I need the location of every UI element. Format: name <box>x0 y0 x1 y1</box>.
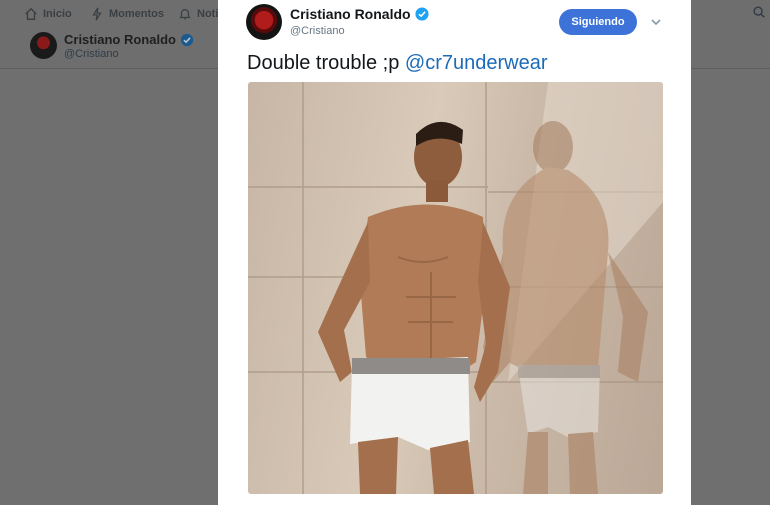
verified-badge-icon <box>180 33 194 46</box>
bell-icon <box>179 9 191 20</box>
avatar[interactable] <box>30 32 57 59</box>
tweet-author-avatar[interactable] <box>246 4 282 40</box>
tweet-modal: Cristiano Ronaldo @Cristiano Siguiendo D… <box>218 0 691 505</box>
nav-moments-label: Momentos <box>109 8 164 20</box>
tweet-text: Double trouble ;p @cr7underwear <box>247 52 547 75</box>
lightning-icon <box>92 7 102 21</box>
tweet-author-handle[interactable]: @Cristiano <box>290 25 345 37</box>
nav-notifications[interactable]: Notif <box>178 6 222 22</box>
following-button[interactable]: Siguiendo <box>559 9 637 35</box>
profile-handle: @Cristiano <box>64 48 119 60</box>
tweet-author-name-text: Cristiano Ronaldo <box>290 6 411 22</box>
profile-name: Cristiano Ronaldo <box>64 32 194 47</box>
profile-name-text: Cristiano Ronaldo <box>64 32 176 47</box>
tweet-author-name[interactable]: Cristiano Ronaldo <box>290 6 429 22</box>
home-icon <box>25 7 37 20</box>
chevron-down-icon[interactable] <box>650 16 662 28</box>
verified-badge-icon <box>415 7 429 21</box>
tweet-mention-link[interactable]: @cr7underwear <box>405 52 548 74</box>
tweet-text-body: Double trouble ;p <box>247 52 405 74</box>
tweet-photo[interactable] <box>248 82 663 494</box>
tweet-photo-illustration <box>248 82 663 494</box>
nav-home-label: Inicio <box>43 8 72 20</box>
nav-moments[interactable]: Momentos <box>90 6 164 22</box>
nav-home[interactable]: Inicio <box>24 6 72 22</box>
nav-right-area <box>691 0 770 28</box>
